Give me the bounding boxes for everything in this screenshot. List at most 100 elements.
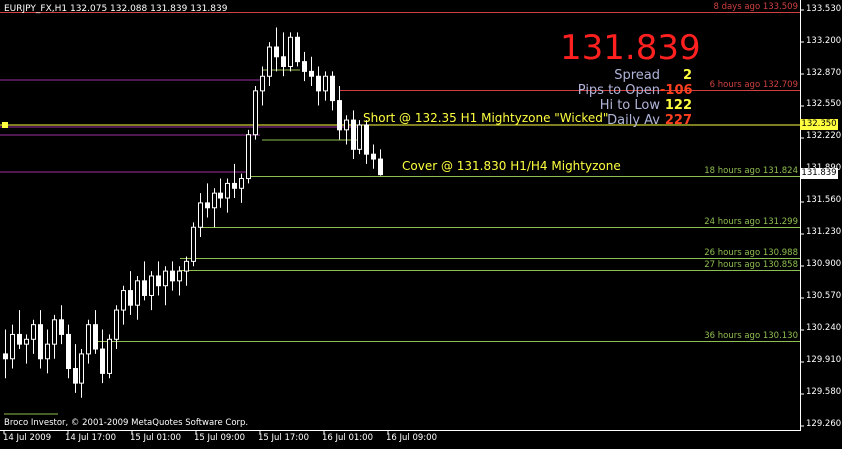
candle-bear [156,275,161,287]
stat-pips-value: -106 [660,83,693,98]
candle-bear [17,333,22,345]
candle-bull [86,324,91,355]
price-label: 132.870 [806,68,842,78]
level-label-24-hours: 24 hours ago 131.299 [704,217,798,227]
candle-bull [198,202,203,228]
candle-bear [281,56,286,68]
price-label: 133.200 [806,36,842,46]
time-label: 16 Jul 09:00 [386,433,437,443]
price-label: 129.260 [806,419,842,429]
candle-bear [66,333,71,370]
candle-bull [191,226,196,262]
stat-dailyav-value: 227 [664,113,692,128]
current-price-display: 131.839 [560,28,701,68]
candle-bear [218,192,223,199]
candlesticks [3,27,383,398]
candle-bull [357,124,362,150]
copyright-text: Broco Investor, © 2001-2009 MetaQuotes S… [4,418,249,428]
candle-bull [45,343,50,360]
stat-spread-value: 2 [682,68,692,83]
candle-bear [364,124,369,155]
short-annotation[interactable]: Short @ 132.35 H1 Mightyzone "Wicked" [363,111,608,125]
candle-bear [170,270,175,282]
candle-bull [135,280,140,306]
candle-bull [149,275,154,296]
current-price-tag: 131.839 [800,168,838,179]
candle-bear [351,119,356,150]
candle-bull [79,353,84,384]
candle-bull [323,75,328,92]
candle-bear [73,368,78,384]
candle-bull [24,338,29,345]
candle-bear [309,70,314,77]
price-label: 129.910 [806,355,842,365]
candle-bear [59,319,64,335]
stat-hilow-value: 122 [664,98,692,113]
candle-bull [10,333,15,360]
candle-bull [114,309,119,340]
candle-bull [260,75,265,92]
stat-spread: Spread 2 [530,68,692,83]
candle-bull [344,119,349,131]
candle-bull [253,90,258,136]
price-axis-line [800,0,801,430]
candle-bear [316,75,321,92]
price-label: 133.530 [806,4,842,14]
candle-bull [107,338,112,374]
price-label: 131.230 [806,227,842,237]
time-label: 14 Jul 17:00 [65,433,116,443]
price-label: 130.570 [806,291,842,301]
level-label-6-hours: 6 hours ago 132.709 [709,80,798,90]
candle-bear [330,75,335,102]
candle-bear [100,348,105,374]
price-label: 131.560 [806,195,842,205]
candle-bull [31,324,36,340]
candle-bull [52,319,57,345]
candle-bull [246,134,251,180]
candle-bear [3,353,8,360]
symbol-header: EURJPY_FX,H1 132.075 132.088 131.839 131… [4,4,228,14]
candle-bull [184,260,189,272]
level-label-26-hours: 26 hours ago 130.988 [704,248,798,258]
cover-annotation[interactable]: Cover @ 131.830 H1/H4 Mightyzone [402,159,621,173]
time-label: 16 Jul 01:00 [322,433,373,443]
time-label: 15 Jul 09:00 [194,433,245,443]
candle-bear [128,290,133,306]
candle-bull [239,178,244,189]
candle-bear [302,61,307,72]
price-label: 130.240 [806,323,842,333]
candle-bear [232,182,237,189]
level-label-27-hours: 27 hours ago 130.858 [704,260,798,270]
candle-bull [288,36,293,68]
time-label: 14 Jul 2009 [3,433,52,443]
price-label: 132.550 [806,99,842,109]
candle-bull [177,270,182,282]
stat-pips-to-open: Pips to Open-106 [530,83,693,98]
candle-bear [93,324,98,350]
candle-bull [212,192,217,209]
candle-bear [295,36,300,63]
level-label-18-hours: 18 hours ago 131.824 [704,166,798,176]
candle-bear [205,202,210,209]
time-label: 15 Jul 17:00 [258,433,309,443]
candle-bear [142,280,147,296]
candle-bear [274,46,279,58]
chart-window[interactable]: EURJPY_FX,H1 132.075 132.088 131.839 131… [0,0,842,449]
candle-bull [163,270,168,287]
candle-bull [121,290,126,311]
level-label-36-hours: 36 hours ago 130.130 [704,331,798,341]
price-label: 130.900 [806,259,842,269]
stat-spread-label: Spread [614,68,660,83]
candle-bear [378,158,383,176]
candle-bull [225,182,230,199]
candle-bull [267,46,272,77]
candle-bear [38,324,43,360]
time-axis-line [0,430,801,431]
short-price-tag: 132.350 [800,119,838,130]
short-line-anchor[interactable] [2,122,8,128]
time-label: 15 Jul 01:00 [130,433,181,443]
stat-pips-label: Pips to Open [577,83,660,98]
level-label-8-days: 8 days ago 133.509 [713,2,798,12]
price-label: 129.580 [806,387,842,397]
price-label: 132.220 [806,131,842,141]
